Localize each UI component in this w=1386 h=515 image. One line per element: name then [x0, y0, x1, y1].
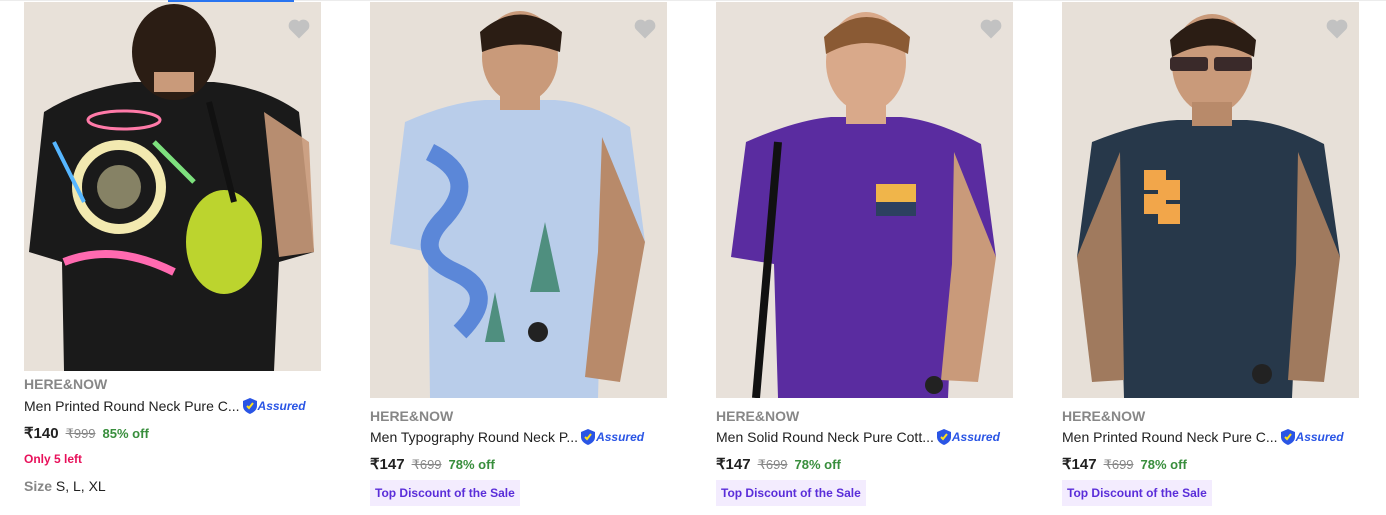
product-card[interactable]: HERE&NOW Men Printed Round Neck Pure C..…: [24, 0, 324, 515]
assured-badge: Assured: [242, 398, 306, 414]
offer-tag: Top Discount of the Sale: [716, 480, 866, 506]
product-title-row[interactable]: Men Solid Round Neck Pure Cott... Assure…: [716, 429, 1000, 445]
original-price: ₹999: [65, 426, 96, 441]
product-title[interactable]: Men Printed Round Neck Pure C...: [1062, 429, 1278, 445]
wishlist-heart-icon[interactable]: [1323, 14, 1351, 42]
product-title-row[interactable]: Men Typography Round Neck P... Assured: [370, 429, 644, 445]
offer-tag: Top Discount of the Sale: [1062, 480, 1212, 506]
discount-percent: 78% off: [794, 457, 841, 472]
stock-note: Only 5 left: [24, 452, 83, 466]
product-image[interactable]: [1062, 2, 1359, 398]
assured-label: Assured: [596, 430, 645, 444]
assured-badge: Assured: [936, 429, 1000, 445]
selling-price: ₹140: [24, 425, 59, 442]
discount-percent: 78% off: [448, 457, 495, 472]
assured-shield-icon: [581, 429, 596, 445]
product-brand: HERE&NOW: [370, 408, 454, 424]
original-price: ₹699: [411, 457, 442, 472]
discount-percent: 78% off: [1140, 457, 1187, 472]
product-title-row[interactable]: Men Printed Round Neck Pure C... Assured: [24, 398, 306, 414]
price-row: ₹147 ₹699 78% off: [1062, 455, 1187, 473]
product-image[interactable]: [24, 2, 321, 371]
original-price: ₹699: [757, 457, 788, 472]
selling-price: ₹147: [1062, 456, 1097, 473]
discount-percent: 85% off: [102, 426, 149, 441]
offer-tag: Top Discount of the Sale: [370, 480, 520, 506]
wishlist-heart-icon[interactable]: [977, 14, 1005, 42]
product-title[interactable]: Men Typography Round Neck P...: [370, 429, 578, 445]
assured-label: Assured: [257, 399, 306, 413]
product-brand: HERE&NOW: [716, 408, 800, 424]
product-card[interactable]: HERE&NOW Men Typography Round Neck P... …: [370, 0, 670, 515]
sizes-available: Size S, L, XL: [24, 478, 106, 494]
price-row: ₹147 ₹699 78% off: [716, 455, 841, 473]
size-label: Size: [24, 478, 53, 494]
assured-shield-icon: [1280, 429, 1295, 445]
product-brand: HERE&NOW: [24, 376, 108, 392]
assured-badge: Assured: [1280, 429, 1344, 445]
selling-price: ₹147: [370, 456, 405, 473]
product-title-row[interactable]: Men Printed Round Neck Pure C... Assured: [1062, 429, 1344, 445]
price-row: ₹140 ₹999 85% off: [24, 424, 149, 442]
assured-shield-icon: [242, 398, 257, 414]
wishlist-heart-icon[interactable]: [631, 14, 659, 42]
product-image[interactable]: [716, 2, 1013, 398]
product-title[interactable]: Men Printed Round Neck Pure C...: [24, 398, 240, 414]
price-row: ₹147 ₹699 78% off: [370, 455, 495, 473]
assured-label: Assured: [951, 430, 1000, 444]
assured-shield-icon: [936, 429, 951, 445]
selling-price: ₹147: [716, 456, 751, 473]
product-brand: HERE&NOW: [1062, 408, 1146, 424]
assured-badge: Assured: [581, 429, 644, 445]
product-card[interactable]: HERE&NOW Men Solid Round Neck Pure Cott.…: [716, 0, 1016, 515]
original-price: ₹699: [1103, 457, 1134, 472]
product-image[interactable]: [370, 2, 667, 398]
wishlist-heart-icon[interactable]: [285, 14, 313, 42]
product-card[interactable]: HERE&NOW Men Printed Round Neck Pure C..…: [1062, 0, 1362, 515]
size-values: S, L, XL: [55, 478, 106, 494]
product-title[interactable]: Men Solid Round Neck Pure Cott...: [716, 429, 934, 445]
assured-label: Assured: [1295, 430, 1344, 444]
